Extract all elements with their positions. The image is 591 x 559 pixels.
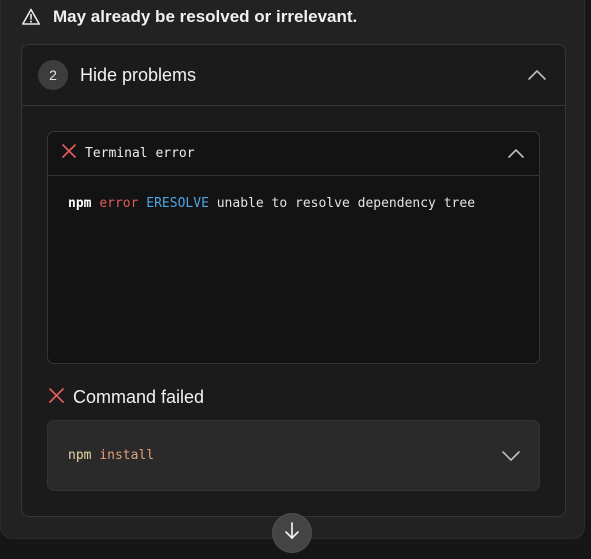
scroll-to-bottom-button[interactable]: [272, 513, 312, 553]
output-program: npm: [68, 196, 92, 211]
problems-header[interactable]: 2 Hide problems: [22, 45, 565, 106]
hide-problems-label: Hide problems: [80, 64, 197, 85]
command-failed-label: Command failed: [73, 386, 205, 407]
failed-command-card[interactable]: npm install: [47, 420, 540, 491]
chevron-up-icon[interactable]: [507, 148, 525, 159]
command-text: npm install: [68, 448, 154, 463]
terminal-output: npm error ERESOLVE unable to resolve dep…: [48, 176, 508, 232]
problems-section: 2 Hide problems Terminal error npm error…: [21, 44, 566, 517]
terminal-error-card: Terminal error npm error ERESOLVE unable…: [47, 131, 540, 364]
warning-triangle-icon: [21, 7, 41, 27]
notice-text: May already be resolved or irrelevant.: [53, 7, 358, 26]
resolution-notice: May already be resolved or irrelevant.: [21, 4, 357, 30]
problems-panel: May already be resolved or irrelevant. 2…: [0, 0, 585, 539]
arrow-down-icon: [283, 521, 301, 546]
chevron-down-icon[interactable]: [501, 450, 521, 462]
terminal-error-title: Terminal error: [85, 146, 195, 161]
output-message: unable to resolve dependency tree: [216, 196, 476, 211]
x-icon: [62, 144, 76, 163]
output-level: error: [99, 196, 139, 211]
output-code: ERESOLVE: [146, 196, 209, 211]
problem-count-badge: 2: [38, 60, 68, 90]
command-args: install: [99, 448, 155, 463]
chevron-up-icon[interactable]: [527, 69, 547, 81]
command-failed-heading: Command failed: [49, 386, 204, 408]
terminal-error-header[interactable]: Terminal error: [48, 132, 539, 176]
x-icon: [49, 387, 64, 408]
command-program: npm: [68, 448, 92, 463]
